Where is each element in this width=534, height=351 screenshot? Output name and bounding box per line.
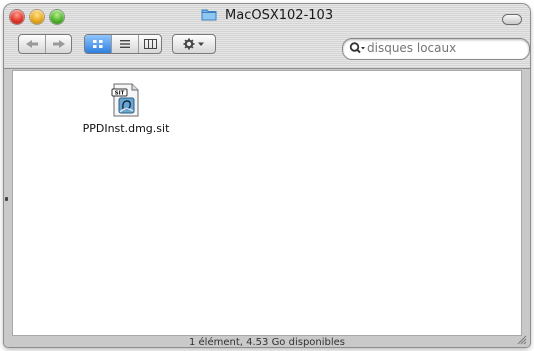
column-view-icon bbox=[143, 39, 157, 49]
file-item[interactable]: SIT PPDInst.dmg.sit bbox=[71, 83, 181, 135]
svg-text:SIT: SIT bbox=[115, 91, 125, 97]
file-browser-content[interactable]: SIT PPDInst.dmg.sit bbox=[12, 70, 522, 336]
chevron-down-icon bbox=[198, 42, 204, 46]
icon-view-icon bbox=[93, 40, 103, 48]
search-input[interactable] bbox=[367, 40, 517, 56]
stuffit-archive-icon: SIT bbox=[111, 83, 139, 117]
forward-button[interactable] bbox=[46, 35, 72, 53]
view-mode-control bbox=[84, 34, 162, 54]
status-bar: 1 élément, 4.53 Go disponibles bbox=[4, 337, 530, 347]
action-menu-button[interactable] bbox=[172, 34, 216, 54]
gear-icon bbox=[183, 38, 204, 50]
column-view-button[interactable] bbox=[138, 35, 162, 53]
list-view-icon bbox=[120, 40, 130, 48]
action-menu-content bbox=[173, 35, 217, 53]
toolbar-toggle-button[interactable] bbox=[502, 14, 522, 25]
finder-window: MacOSX102-103 disques locaux SIT PPDInst… bbox=[4, 4, 530, 347]
sidebar-resize-handle[interactable] bbox=[5, 197, 8, 201]
status-text: 1 élément, 4.53 Go disponibles bbox=[188, 337, 346, 347]
resize-grip-icon[interactable] bbox=[516, 334, 527, 345]
back-button[interactable] bbox=[19, 35, 46, 53]
back-forward-control bbox=[18, 34, 72, 54]
title-bar[interactable]: MacOSX102-103 bbox=[4, 4, 530, 69]
search-field[interactable] bbox=[342, 38, 530, 60]
list-view-button[interactable] bbox=[111, 35, 139, 53]
forward-arrow-icon bbox=[53, 40, 65, 48]
folder-icon bbox=[201, 9, 217, 21]
window-title-area: MacOSX102-103 bbox=[4, 8, 530, 23]
back-arrow-icon bbox=[26, 40, 38, 48]
search-icon[interactable] bbox=[349, 41, 367, 56]
icon-view-button[interactable] bbox=[85, 35, 111, 53]
window-title: MacOSX102-103 bbox=[225, 8, 334, 23]
file-name: PPDInst.dmg.sit bbox=[82, 122, 170, 135]
